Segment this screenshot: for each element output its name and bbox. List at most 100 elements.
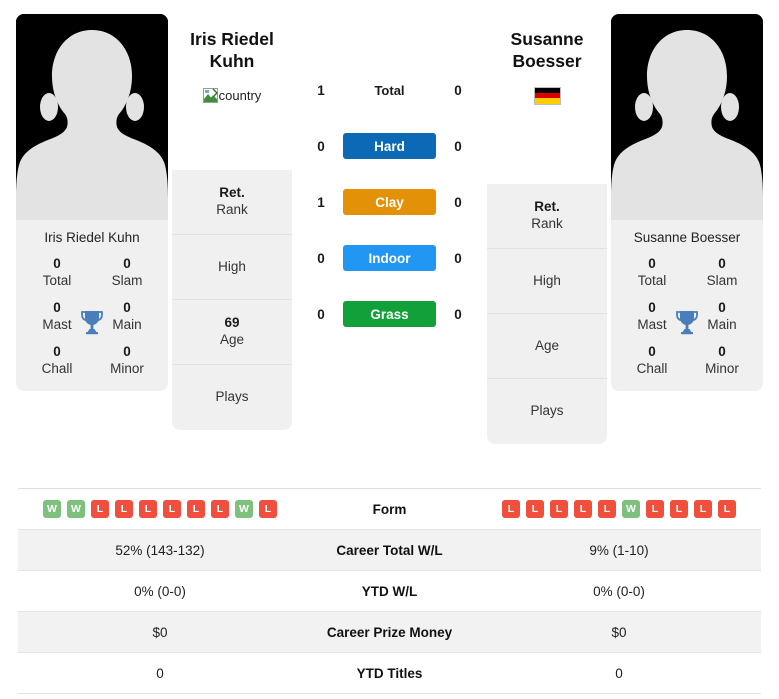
row-label-form: Form: [372, 501, 407, 517]
right-rank-value: Ret.: [534, 199, 560, 215]
titles-label: Slam: [111, 273, 143, 289]
titles-value: 0: [718, 256, 726, 272]
h2h-row-grass: 0 Grass 0: [296, 286, 483, 342]
form-badge-loss[interactable]: L: [694, 500, 712, 518]
right-player-name-line1: Susanne: [510, 29, 584, 49]
trophy-icon: [80, 309, 104, 335]
left-country-flag-wrap: country: [172, 85, 292, 107]
right-info-column-wrapper: Susanne Boesser Ret. Rank High Age Plays: [487, 29, 607, 444]
titles-cell: 0 Total: [617, 256, 687, 290]
titles-cell: 0 Chall: [22, 344, 92, 378]
h2h-surface-indoor[interactable]: Indoor: [343, 245, 436, 271]
titles-label: Chall: [636, 360, 668, 376]
h2h-right-score: 0: [454, 306, 462, 322]
head-to-head-column: 1 Total 0 0 Hard 0 1 Clay 0 0 Indoor 0 0: [296, 14, 483, 342]
h2h-right-score: 0: [454, 82, 462, 98]
form-badge-loss[interactable]: L: [91, 500, 109, 518]
flag-band-gold: [534, 98, 560, 104]
left-player-card-name: Iris Riedel Kuhn: [44, 230, 140, 245]
right-rank-label: Rank: [531, 216, 563, 231]
player-comparison-page: Iris Riedel Kuhn 0 Total 0 Slam 0 Mast 0…: [0, 0, 779, 699]
titles-value: 0: [123, 256, 131, 272]
right-country-flag-wrap: [487, 85, 607, 107]
titles-value: 0: [53, 343, 61, 359]
form-badge-loss[interactable]: L: [670, 500, 688, 518]
left-titles-grid: 0 Total 0 Slam 0 Mast 0 Main 0 Chall 0 M…: [16, 252, 168, 391]
form-badge-loss[interactable]: L: [526, 500, 544, 518]
h2h-left-score: 0: [317, 306, 325, 322]
table-row-career-wl: 52% (143-132) Career Total W/L 9% (1-10): [18, 530, 761, 571]
form-badge-loss[interactable]: L: [598, 500, 616, 518]
left-rank-value: Ret.: [219, 185, 245, 201]
left-player-name-line2: Kuhn: [209, 51, 255, 72]
h2h-row-hard: 0 Hard 0: [296, 118, 483, 174]
left-career-prize-money: $0: [152, 624, 168, 640]
form-badge-win[interactable]: W: [235, 500, 253, 518]
h2h-surface-clay[interactable]: Clay: [343, 189, 436, 215]
left-age-value: 69: [224, 315, 240, 331]
right-ytd-titles: 0: [615, 665, 623, 681]
top-comparison-area: Iris Riedel Kuhn 0 Total 0 Slam 0 Mast 0…: [0, 0, 779, 470]
left-career-wl: 52% (143-132): [115, 542, 205, 558]
left-player-header: Iris Riedel Kuhn country: [172, 28, 292, 107]
left-high-label: High: [218, 258, 246, 274]
form-badge-loss[interactable]: L: [550, 500, 568, 518]
form-badge-loss[interactable]: L: [187, 500, 205, 518]
form-badge-loss[interactable]: L: [718, 500, 736, 518]
titles-label: Total: [42, 273, 72, 289]
right-player-card[interactable]: Susanne Boesser 0 Total 0 Slam 0 Mast 0 …: [611, 14, 763, 392]
right-career-prize-money: $0: [611, 624, 627, 640]
h2h-right-score: 0: [454, 138, 462, 154]
h2h-left-score: 0: [317, 138, 325, 154]
left-rank-label: Rank: [216, 202, 248, 217]
titles-value: 0: [648, 256, 656, 272]
form-badge-loss[interactable]: L: [115, 500, 133, 518]
right-plays-label: Plays: [530, 403, 564, 419]
right-info-plays: Plays: [487, 379, 607, 444]
titles-cell: 0 Slam: [92, 256, 162, 290]
form-badge-loss[interactable]: L: [574, 500, 592, 518]
h2h-row-indoor: 0 Indoor 0: [296, 230, 483, 286]
left-player-card[interactable]: Iris Riedel Kuhn 0 Total 0 Slam 0 Mast 0…: [16, 14, 168, 392]
titles-value: 0: [53, 256, 61, 272]
h2h-surface-grass[interactable]: Grass: [343, 301, 436, 327]
titles-cell: 0 Total: [22, 256, 92, 290]
form-badge-loss[interactable]: L: [502, 500, 520, 518]
comparison-table: WWLLLLLLWL Form LLLLLWLLLL 52% (143-132)…: [18, 488, 761, 694]
h2h-right-score: 0: [454, 250, 462, 266]
titles-cell: 0 Slam: [687, 256, 757, 290]
right-player-header: Susanne Boesser: [487, 28, 607, 107]
form-badge-loss[interactable]: L: [259, 500, 277, 518]
broken-image-icon: country: [202, 88, 261, 104]
form-badge-loss[interactable]: L: [139, 500, 157, 518]
trophy-icon: [675, 309, 699, 335]
left-age-label: Age: [219, 332, 245, 347]
right-player-name-line2: Boesser: [512, 51, 582, 72]
form-badge-win[interactable]: W: [67, 500, 85, 518]
left-info-high: High: [172, 235, 292, 300]
titles-label: Minor: [705, 360, 739, 376]
titles-label: Minor: [110, 360, 144, 376]
table-row-ytd-wl: 0% (0-0) YTD W/L 0% (0-0): [18, 571, 761, 612]
h2h-right-score: 0: [454, 194, 462, 210]
right-player-card-name: Susanne Boesser: [633, 230, 741, 245]
form-badge-loss[interactable]: L: [163, 500, 181, 518]
table-row-ytd-titles: 0 YTD Titles 0: [18, 653, 761, 694]
right-info-age: Age: [487, 314, 607, 379]
form-badge-win[interactable]: W: [43, 500, 61, 518]
titles-cell: 0 Minor: [687, 344, 757, 378]
form-badge-win[interactable]: W: [622, 500, 640, 518]
right-form-strip: LLLLLWLLLL: [502, 500, 736, 518]
h2h-surface-hard[interactable]: Hard: [343, 133, 436, 159]
right-ytd-wl: 0% (0-0): [593, 583, 645, 599]
titles-value: 0: [648, 343, 656, 359]
h2h-surface-total: Total: [374, 82, 405, 98]
titles-label: Total: [637, 273, 667, 289]
row-label-ytd-titles: YTD Titles: [356, 665, 423, 681]
row-label-ytd-wl: YTD W/L: [361, 583, 418, 599]
right-player-avatar: [611, 14, 763, 220]
form-badge-loss[interactable]: L: [646, 500, 664, 518]
table-row-form: WWLLLLLLWL Form LLLLLWLLLL: [18, 489, 761, 530]
left-info-column-wrapper: Iris Riedel Kuhn country Ret. Rank High …: [172, 29, 292, 430]
form-badge-loss[interactable]: L: [211, 500, 229, 518]
